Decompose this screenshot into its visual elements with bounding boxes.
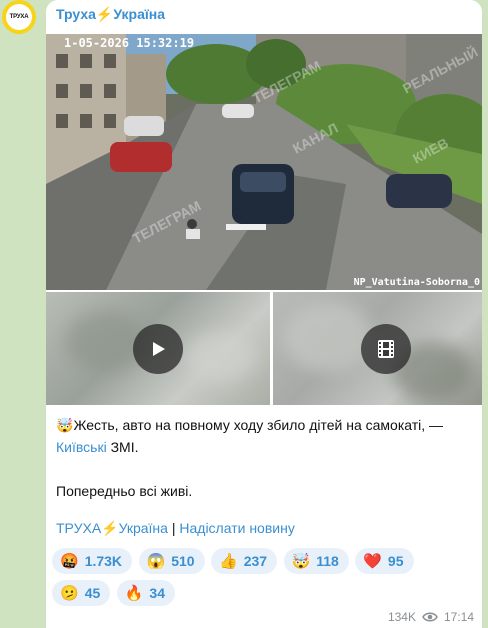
- avatar-logo-text: ТРУХА: [6, 4, 32, 30]
- exploding-head-emoji: 🤯: [56, 417, 74, 433]
- fire-icon: 🔥: [124, 585, 144, 602]
- video-thumbnail-2[interactable]: [273, 292, 482, 405]
- post-line-1: Жесть, авто на повному ходу збило дітей …: [73, 417, 444, 433]
- angry-face-icon: 🤬: [60, 553, 79, 570]
- post-time: 17:14: [443, 610, 474, 624]
- thumbs-up-icon: 👍: [219, 553, 238, 570]
- cctv-street-scene: ТЕЛЕГРАМ КАНАЛ РЕАЛЬНЫЙ КИЕВ ТЕЛЕГРАМ: [46, 34, 482, 290]
- post-text: 🤯Жесть, авто на повному ходу збило дітей…: [56, 414, 472, 502]
- reactions-bar: 🤬 1.73K 😱 510 👍 237 🤯 118 ❤️ 95 🫤 45 🔥 34: [52, 548, 476, 612]
- reaction-count: 237: [243, 553, 268, 569]
- reaction-chip[interactable]: ❤️ 95: [355, 548, 414, 574]
- reaction-chip[interactable]: 😱 510: [138, 548, 205, 574]
- reaction-count: 45: [84, 585, 101, 601]
- camera-location-label: NP_Vatutina-Soborna_0: [353, 277, 480, 288]
- video-thumbnail-1[interactable]: [46, 292, 270, 405]
- view-count: 134K: [387, 610, 416, 624]
- film-icon: [378, 340, 394, 358]
- reaction-chip[interactable]: 🫤 45: [52, 580, 111, 606]
- submit-news-link[interactable]: Надіслати новину: [179, 520, 294, 536]
- message-meta: 134K 17:14: [388, 610, 474, 624]
- reaction-count: 118: [316, 553, 339, 569]
- signature-separator: |: [167, 520, 180, 536]
- channel-avatar[interactable]: ТРУХА: [2, 0, 36, 34]
- reaction-count: 510: [171, 553, 195, 569]
- scream-face-icon: 😱: [146, 553, 166, 570]
- signature: ТРУХА⚡Україна | Надіслати новину: [56, 520, 295, 537]
- message-bubble: Труха⚡Україна ТЕЛЕГРАМ КАНАЛ РЕАЛЬНЫЙ КИ…: [46, 0, 482, 628]
- reaction-count: 95: [387, 553, 404, 569]
- camera-timestamp: 1-05-2026 15:32:19: [64, 36, 195, 50]
- play-button[interactable]: [133, 324, 183, 374]
- post-line-2: ЗМІ.: [106, 439, 139, 455]
- reaction-chip[interactable]: 🤯 118: [283, 548, 349, 574]
- post-line-3: Попередньо всі живі.: [56, 483, 193, 499]
- gallery-button[interactable]: [361, 324, 411, 374]
- reaction-count: 1.73K: [84, 553, 123, 569]
- reaction-count: 34: [149, 585, 165, 601]
- eye-icon: [422, 612, 438, 622]
- exploding-head-icon: 🤯: [291, 553, 311, 570]
- heart-icon: ❤️: [363, 553, 382, 570]
- channel-signature-link[interactable]: ТРУХА⚡Україна: [56, 520, 168, 536]
- main-video-frame[interactable]: ТЕЛЕГРАМ КАНАЛ РЕАЛЬНЫЙ КИЕВ ТЕЛЕГРАМ 1-…: [46, 34, 482, 290]
- diagonal-mouth-face-icon: 🫤: [60, 585, 79, 602]
- play-icon: [153, 342, 165, 356]
- reaction-chip[interactable]: 🔥 34: [116, 580, 175, 606]
- kyiv-link[interactable]: Київські: [56, 439, 107, 455]
- reaction-chip[interactable]: 🤬 1.73K: [52, 548, 133, 574]
- channel-name-link[interactable]: Труха⚡Україна: [56, 6, 165, 23]
- reaction-chip[interactable]: 👍 237: [211, 548, 278, 574]
